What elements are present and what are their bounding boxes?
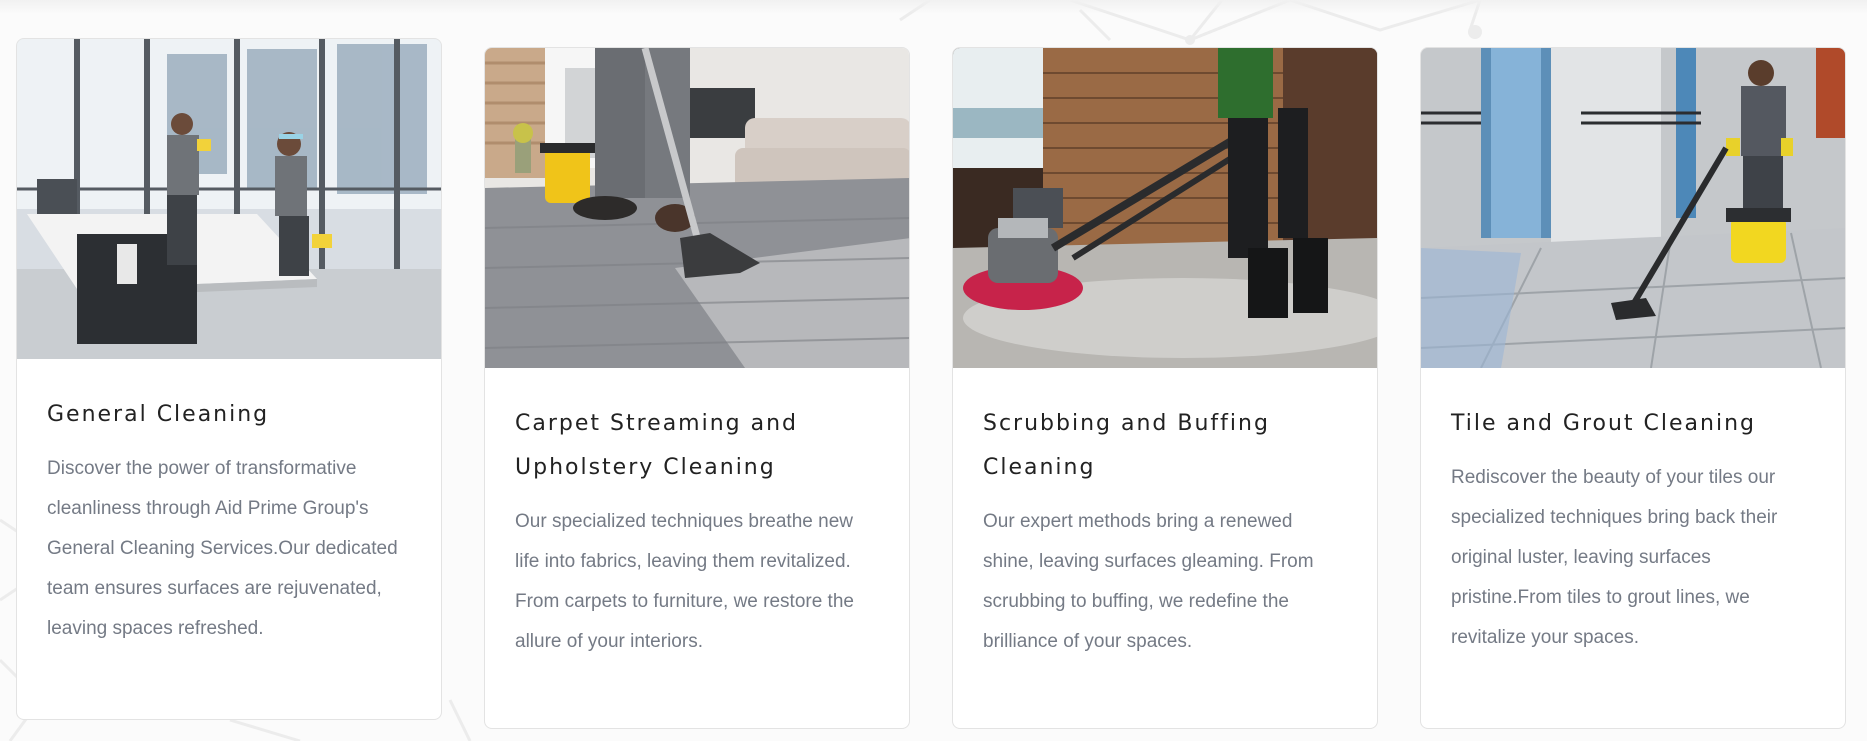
card-title: Scrubbing and Buffing Cleaning [983,411,1270,480]
top-shadow [0,0,1867,14]
service-card-tile-grout[interactable]: Tile and Grout Cleaning Rediscover the b… [1420,47,1846,729]
general-cleaning-photo [17,39,441,359]
card-description: Discover the power of transformative cle… [47,458,398,639]
service-card-scrubbing-buffing[interactable]: Scrubbing and Buffing Cleaning Our exper… [952,47,1378,729]
scrubbing-buffing-photo [953,48,1377,368]
service-card-carpet-cleaning[interactable]: Carpet Streaming and Upholstery Cleaning… [484,47,910,729]
card-body: Carpet Streaming and Upholstery Cleaning… [485,368,909,662]
card-description: Our expert methods bring a renewed shine… [983,511,1314,652]
service-card-general-cleaning[interactable]: General Cleaning Discover the power of t… [16,38,442,720]
tile-cleaning-image [1421,48,1845,368]
card-body: Tile and Grout Cleaning Rediscover the b… [1421,368,1845,658]
card-description: Rediscover the beauty of your tiles our … [1451,467,1778,648]
card-title: Tile and Grout Cleaning [1451,411,1756,436]
carpet-cleaning-photo [485,48,909,368]
floor-buffing-image [953,48,1377,368]
card-description: Our specialized techniques breathe new l… [515,511,854,652]
carpet-cleaning-image [485,48,909,368]
card-title: Carpet Streaming and Upholstery Cleaning [515,411,799,480]
services-section: General Cleaning Discover the power of t… [0,0,1867,741]
office-cleaning-image [17,39,441,359]
card-body: Scrubbing and Buffing Cleaning Our exper… [953,368,1377,662]
card-title: General Cleaning [47,402,270,427]
tile-grout-photo [1421,48,1845,368]
card-body: General Cleaning Discover the power of t… [17,359,441,649]
